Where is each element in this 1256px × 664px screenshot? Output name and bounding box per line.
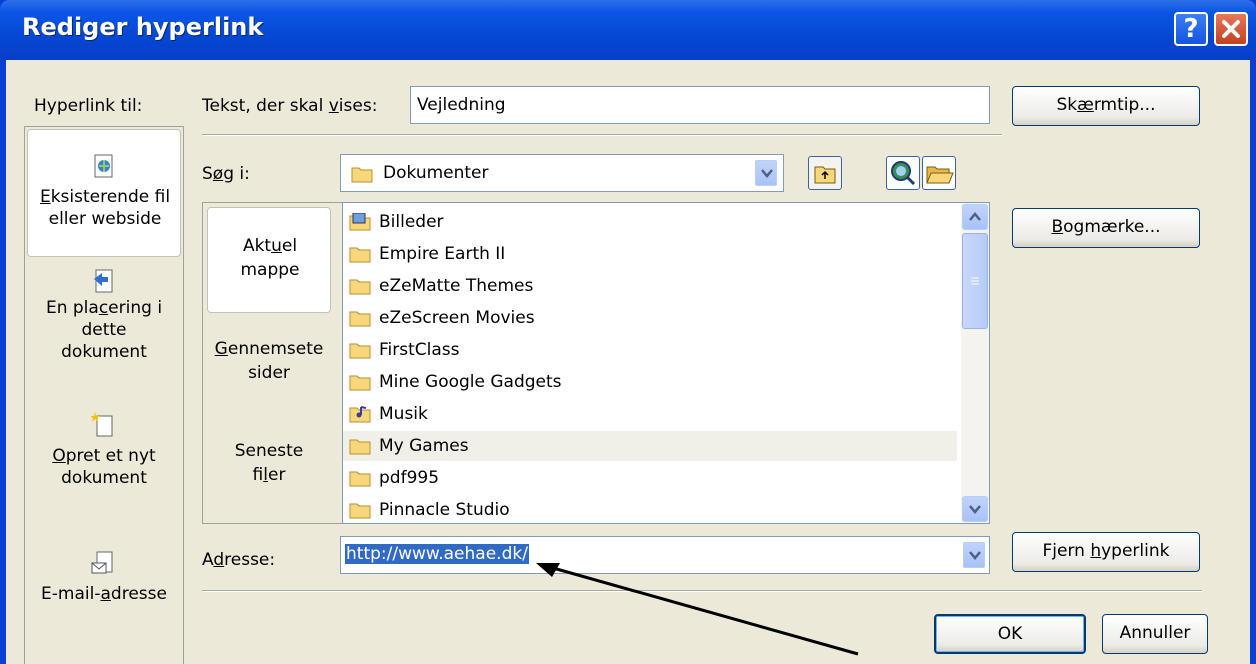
annotation-arrow	[536, 563, 859, 656]
